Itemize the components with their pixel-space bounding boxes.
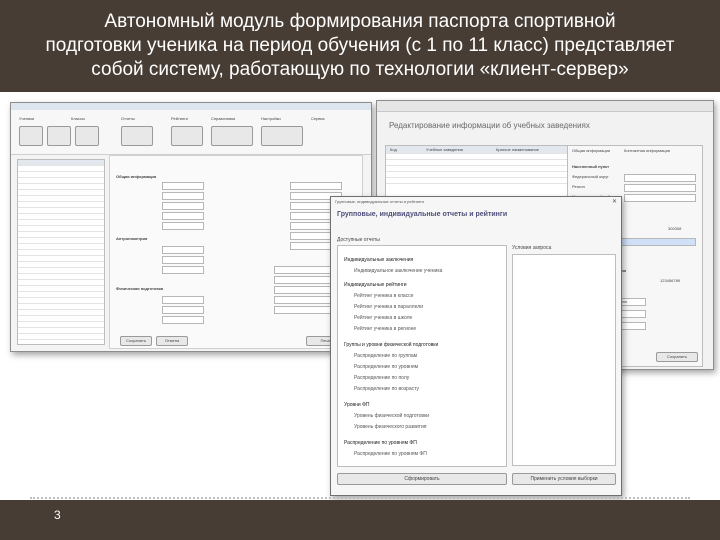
ribbon-button[interactable]: [75, 126, 99, 146]
tab-contact-info[interactable]: Контактная информация: [624, 148, 670, 153]
tree-item[interactable]: Рейтинг ученика в школе: [354, 315, 412, 321]
window-title: Групповые, индивидуальные отчеты и рейти…: [335, 199, 424, 204]
window-heading: Редактирование информации об учебных зав…: [389, 121, 590, 130]
text-field[interactable]: [162, 306, 204, 314]
ribbon-group-students[interactable]: Ученики: [19, 116, 34, 121]
tree-group[interactable]: Уровни ФП: [344, 402, 370, 408]
tree-item[interactable]: Рейтинг ученика в регионе: [354, 326, 416, 332]
page-number: 3: [54, 508, 61, 522]
ribbon-toolbar: Ученики Классы Отчеты Рейтинги Справочни…: [11, 110, 371, 155]
window-heading: Групповые, индивидуальные отчеты и рейти…: [337, 211, 508, 218]
column-header: Краткое наименование: [496, 147, 539, 152]
select-district[interactable]: [624, 194, 696, 202]
tree-item[interactable]: Распределение по уровням: [354, 364, 418, 370]
table-row[interactable]: [386, 178, 568, 184]
section-title: Антропометрия: [116, 236, 148, 241]
student-passport-window: Ученики Классы Отчеты Рейтинги Справочни…: [10, 102, 372, 352]
tab-general-info[interactable]: Общая информация: [572, 148, 610, 153]
table-header: Код Учебные заведения Краткое наименован…: [386, 146, 568, 154]
tree-item[interactable]: Распределение по группам: [354, 353, 417, 359]
text-field[interactable]: [162, 202, 204, 210]
ribbon-button[interactable]: [261, 126, 303, 146]
table-row[interactable]: [18, 334, 104, 340]
text-field[interactable]: [162, 246, 204, 254]
title-banner: Автономный модуль формирования паспорта …: [0, 0, 720, 92]
value-text: 123456789: [660, 278, 681, 283]
footer-bar: 3: [0, 500, 720, 540]
tree-group[interactable]: Индивидуальные рейтинги: [344, 282, 407, 288]
tree-group[interactable]: Индивидуальные заключения: [344, 257, 413, 263]
slide-title-line: собой систему, работающую по технологии …: [91, 59, 629, 80]
window-titlebar: [377, 101, 713, 112]
slide-title-line: подготовки ученика на период обучения (с…: [45, 35, 675, 56]
text-field[interactable]: [290, 182, 342, 190]
ribbon-button[interactable]: [211, 126, 253, 146]
tree-item[interactable]: Распределение по возрасту: [354, 386, 419, 392]
ribbon-group-ratings[interactable]: Рейтинги: [171, 116, 188, 121]
divider: [30, 497, 690, 499]
section-title: Общая информация: [116, 174, 157, 179]
field-label: Федеральный округ: [572, 174, 609, 179]
text-field[interactable]: [162, 182, 204, 190]
field-label: Регион: [572, 184, 585, 189]
available-reports-label: Доступные отчеты: [337, 237, 380, 243]
student-card: Общая информация Антропометрия Физическа…: [109, 155, 363, 349]
tree-item[interactable]: Уровень физической подготовки: [354, 413, 429, 419]
select-federal-district[interactable]: [624, 174, 696, 182]
ribbon-group-settings[interactable]: Настройки: [261, 116, 281, 121]
tree-group[interactable]: Распределение по уровням ФП: [344, 440, 417, 446]
reports-tree[interactable]: Индивидуальные заключения Индивидуальное…: [337, 245, 507, 467]
tree-item[interactable]: Распределение по уровням ФП: [354, 451, 427, 457]
field-label: Населенный пункт: [572, 164, 610, 169]
select-region[interactable]: [624, 184, 696, 192]
slide-title-line: Автономный модуль формирования паспорта …: [104, 11, 616, 32]
tree-item[interactable]: Уровень физического развития: [354, 424, 426, 430]
cancel-button[interactable]: Отмена: [156, 336, 188, 346]
ribbon-button[interactable]: [121, 126, 153, 146]
close-icon[interactable]: ✕: [612, 198, 617, 205]
ribbon-button[interactable]: [19, 126, 43, 146]
reports-window: Групповые, индивидуальные отчеты и рейти…: [330, 196, 622, 496]
save-button[interactable]: Сохранить: [120, 336, 152, 346]
ribbon-group-service[interactable]: Сервис: [311, 116, 325, 121]
tree-item[interactable]: Индивидуальное заключение ученика: [354, 268, 442, 274]
save-button[interactable]: Сохранить: [656, 352, 698, 362]
tree-item[interactable]: Рейтинг ученика в классе: [354, 293, 413, 299]
text-field[interactable]: [162, 212, 204, 220]
ribbon-group-handbooks[interactable]: Справочники: [211, 116, 235, 121]
column-header: Код: [390, 147, 397, 152]
ribbon-button[interactable]: [47, 126, 71, 146]
query-conditions-panel[interactable]: [512, 254, 616, 466]
apply-conditions-button[interactable]: Применить условия выборки: [512, 473, 616, 485]
student-list[interactable]: [17, 159, 105, 345]
text-field[interactable]: [162, 192, 204, 200]
tree-item[interactable]: Распределение по полу: [354, 375, 409, 381]
text-field[interactable]: [162, 256, 204, 264]
generate-button[interactable]: Сформировать: [337, 473, 507, 485]
window-titlebar: [11, 103, 371, 110]
conditions-label: Условия запроса: [512, 245, 552, 251]
text-field[interactable]: [162, 266, 204, 274]
text-field[interactable]: [162, 296, 204, 304]
ribbon-button[interactable]: [171, 126, 203, 146]
section-title: Физическая подготовка: [116, 286, 164, 291]
text-field[interactable]: [162, 222, 204, 230]
tree-group[interactable]: Группы и уровни физической подготовки: [344, 342, 438, 348]
slide-title: Автономный модуль формирования паспорта …: [18, 10, 702, 82]
ribbon-group-reports[interactable]: Отчеты: [121, 116, 135, 121]
value-text: 300308: [668, 226, 682, 231]
text-field[interactable]: [162, 316, 204, 324]
tree-item[interactable]: Рейтинг ученика в параллели: [354, 304, 423, 310]
column-header: Учебные заведения: [426, 147, 463, 152]
ribbon-group-classes[interactable]: Классы: [71, 116, 85, 121]
